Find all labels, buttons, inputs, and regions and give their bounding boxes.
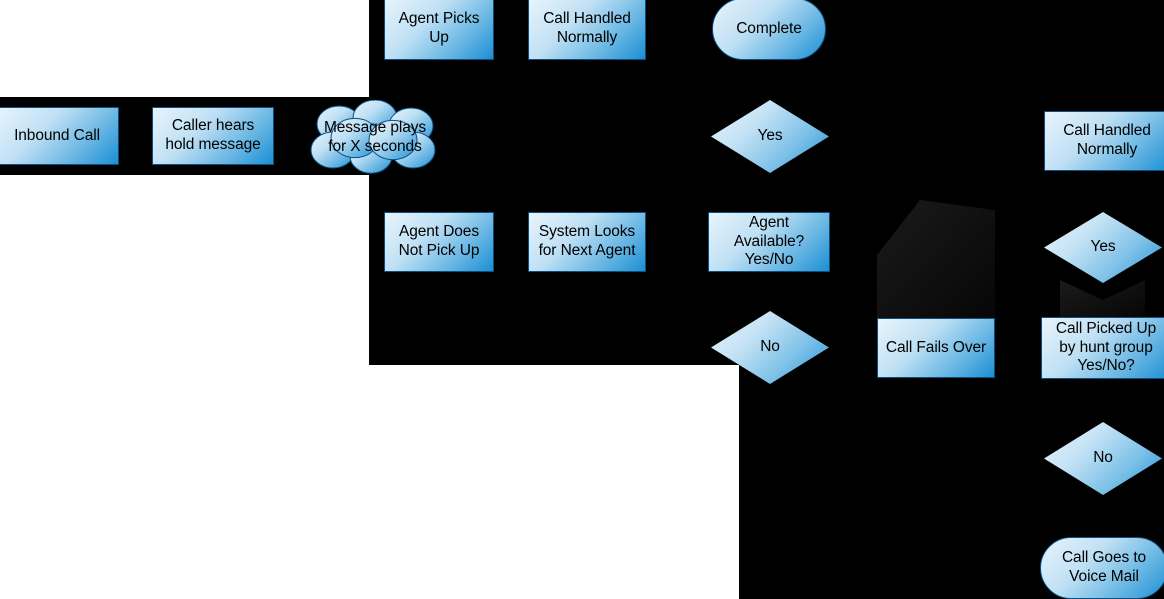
node-yes-mid[interactable]: Yes xyxy=(711,100,829,173)
node-label: Caller hears hold message xyxy=(165,117,261,153)
node-yes-right[interactable]: Yes xyxy=(1044,212,1162,283)
node-label: Message plays for X seconds xyxy=(323,119,427,155)
node-message-plays[interactable]: Message plays for X seconds xyxy=(303,100,447,176)
node-label: Agent Picks Up xyxy=(398,10,480,46)
node-inbound-call[interactable]: Inbound Call xyxy=(0,107,119,165)
node-label: Call Goes to Voice Mail xyxy=(1061,549,1147,585)
node-caller-hears[interactable]: Caller hears hold message xyxy=(152,107,274,165)
node-call-handled-mid[interactable]: Call Handled Normally xyxy=(528,0,646,60)
node-agent-available[interactable]: Agent Available? Yes/No xyxy=(708,212,830,272)
node-label: Call Picked Up by hunt group Yes/No? xyxy=(1055,319,1157,375)
flowchart-canvas: Inbound Call Caller hears hold message Mes… xyxy=(0,0,1164,599)
node-label: Yes xyxy=(757,127,783,145)
node-label: Complete xyxy=(736,19,802,37)
node-complete[interactable]: Complete xyxy=(712,0,826,60)
node-system-looks[interactable]: System Looks for Next Agent xyxy=(528,212,646,272)
node-call-goes-voicemail[interactable]: Call Goes to Voice Mail xyxy=(1040,537,1164,599)
node-no-right[interactable]: No xyxy=(1044,422,1162,495)
node-label: Call Handled Normally xyxy=(543,10,631,46)
node-call-picked-up[interactable]: Call Picked Up by hunt group Yes/No? xyxy=(1041,317,1164,379)
node-label: System Looks for Next Agent xyxy=(538,223,636,259)
node-label: Inbound Call xyxy=(14,126,100,144)
node-label: Yes xyxy=(1090,238,1116,256)
node-label: No xyxy=(1093,449,1113,467)
node-label: Agent Available? Yes/No xyxy=(733,213,805,269)
node-label: No xyxy=(760,338,780,356)
node-agent-picks-up[interactable]: Agent Picks Up xyxy=(384,0,494,60)
node-label: Call Handled Normally xyxy=(1063,122,1151,158)
node-call-handled-right[interactable]: Call Handled Normally xyxy=(1044,111,1164,171)
node-label: Call Fails Over xyxy=(885,338,987,356)
node-no-mid[interactable]: No xyxy=(711,311,829,384)
node-label: Agent Does Not Pick Up xyxy=(398,223,480,259)
node-call-fails-over[interactable]: Call Fails Over xyxy=(877,318,995,378)
node-agent-does-not[interactable]: Agent Does Not Pick Up xyxy=(384,212,494,272)
